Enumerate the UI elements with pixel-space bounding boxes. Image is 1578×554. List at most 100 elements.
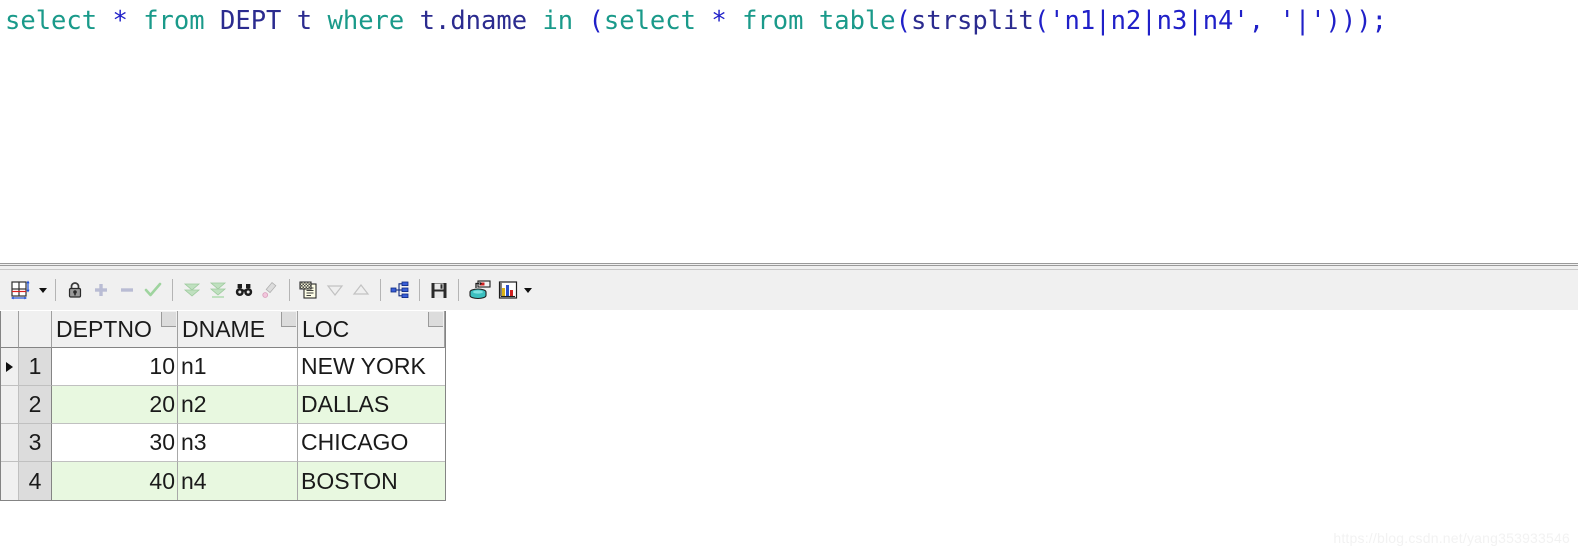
column-header-label: LOC: [302, 315, 350, 342]
cell-loc[interactable]: CHICAGO: [298, 424, 445, 462]
sql-token: )));: [1325, 6, 1387, 36]
cell-deptno[interactable]: 40: [52, 462, 178, 500]
results-toolbar: [0, 270, 1578, 310]
sql-token: from: [143, 6, 205, 36]
sql-token: ,: [1248, 6, 1280, 36]
sql-token: where: [327, 6, 405, 36]
row-number-cell[interactable]: 3: [19, 424, 52, 462]
column-header-label: DNAME: [182, 315, 266, 342]
row-number-cell[interactable]: 1: [19, 348, 52, 386]
row-number-cell[interactable]: 4: [19, 462, 52, 500]
sort-descending-icon: [322, 276, 348, 304]
column-header-loc[interactable]: LOC: [298, 311, 445, 348]
row-indicator-cell: [1, 462, 19, 500]
sql-token: select: [603, 6, 696, 36]
sql-token: t.dname: [419, 6, 528, 36]
splitter-rule-mid: [0, 265, 1578, 266]
sql-token: t: [296, 6, 313, 36]
grid-header-row: DEPTNO DNAME LOC: [1, 311, 445, 348]
fetch-next-page-icon: [179, 276, 205, 304]
sql-token: (: [1033, 6, 1050, 36]
row-indicator-cell: [1, 424, 19, 462]
column-header-deptno[interactable]: DEPTNO: [52, 311, 178, 348]
add-row-icon: [88, 276, 114, 304]
cell-dname[interactable]: n1: [178, 348, 298, 386]
cell-dname[interactable]: n4: [178, 462, 298, 500]
column-header-label: DEPTNO: [56, 315, 152, 342]
row-number-cell[interactable]: 2: [19, 386, 52, 424]
splitter-rule-top: [0, 263, 1578, 264]
row-indicator-cell: [1, 348, 19, 386]
highlight-icon: [257, 276, 283, 304]
find-icon[interactable]: [231, 276, 257, 304]
sql-token: 'n1|n2|n3|n4': [1049, 6, 1249, 36]
chevron-down-icon: [523, 287, 532, 293]
post-changes-icon: [140, 276, 166, 304]
header-rownum-cell: [19, 311, 52, 348]
sql-token: '|': [1279, 6, 1326, 36]
remove-row-icon: [114, 276, 140, 304]
sql-statement-line[interactable]: select * from DEPT t where t.dname in (s…: [5, 4, 1387, 38]
row-indicator-cell: [1, 386, 19, 424]
toolbar-separator: [458, 279, 459, 301]
watermark-text: https://blog.csdn.net/yang353933546: [1333, 530, 1570, 546]
cell-dname[interactable]: n2: [178, 386, 298, 424]
column-resize-handle-icon[interactable]: [428, 312, 443, 327]
cell-deptno[interactable]: 30: [52, 424, 178, 462]
filter-icon[interactable]: [296, 276, 322, 304]
chart-dropdown[interactable]: [521, 276, 534, 304]
cell-loc[interactable]: DALLAS: [298, 386, 445, 424]
sql-token: table: [818, 6, 896, 36]
header-indicator-cell: [1, 311, 19, 348]
table-row[interactable]: 3 30 n3 CHICAGO: [1, 424, 445, 462]
toolbar-separator: [55, 279, 56, 301]
results-data-grid[interactable]: DEPTNO DNAME LOC 1 10 n1 NEW YORK 2 20 n…: [0, 311, 446, 501]
sql-token: *: [112, 6, 128, 36]
hierarchy-icon[interactable]: [387, 276, 413, 304]
grid-layout-icon[interactable]: [6, 276, 36, 304]
lock-icon[interactable]: [62, 276, 88, 304]
fetch-all-icon: [205, 276, 231, 304]
sql-token: from: [742, 6, 804, 36]
sql-token: *: [711, 6, 727, 36]
table-row[interactable]: 2 20 n2 DALLAS: [1, 386, 445, 424]
sort-ascending-icon: [348, 276, 374, 304]
sql-token: (: [588, 6, 604, 36]
sql-token: in: [542, 6, 574, 36]
cell-loc[interactable]: BOSTON: [298, 462, 445, 500]
save-icon[interactable]: [426, 276, 452, 304]
table-row[interactable]: 1 10 n1 NEW YORK: [1, 348, 445, 386]
table-row[interactable]: 4 40 n4 BOSTON: [1, 462, 445, 500]
column-resize-handle-icon[interactable]: [161, 312, 176, 327]
toolbar-separator: [419, 279, 420, 301]
column-header-dname[interactable]: DNAME: [178, 311, 298, 348]
toolbar-separator: [172, 279, 173, 301]
toolbar-separator: [289, 279, 290, 301]
chevron-down-icon: [38, 287, 47, 293]
cell-loc[interactable]: NEW YORK: [298, 348, 445, 386]
pane-splitter[interactable]: [0, 263, 1578, 270]
column-resize-handle-icon[interactable]: [281, 312, 296, 327]
cell-deptno[interactable]: 20: [52, 386, 178, 424]
commit-icon[interactable]: [465, 276, 495, 304]
cell-deptno[interactable]: 10: [52, 348, 178, 386]
sql-token: DEPT: [219, 6, 282, 36]
grid-layout-dropdown[interactable]: [36, 276, 49, 304]
chart-icon[interactable]: [495, 276, 521, 304]
sql-token: strsplit: [910, 6, 1034, 36]
cell-dname[interactable]: n3: [178, 424, 298, 462]
sql-editor-pane[interactable]: select * from DEPT t where t.dname in (s…: [0, 0, 1578, 263]
sql-token: select: [5, 6, 98, 36]
current-row-arrow-icon: [6, 361, 13, 372]
toolbar-separator: [380, 279, 381, 301]
